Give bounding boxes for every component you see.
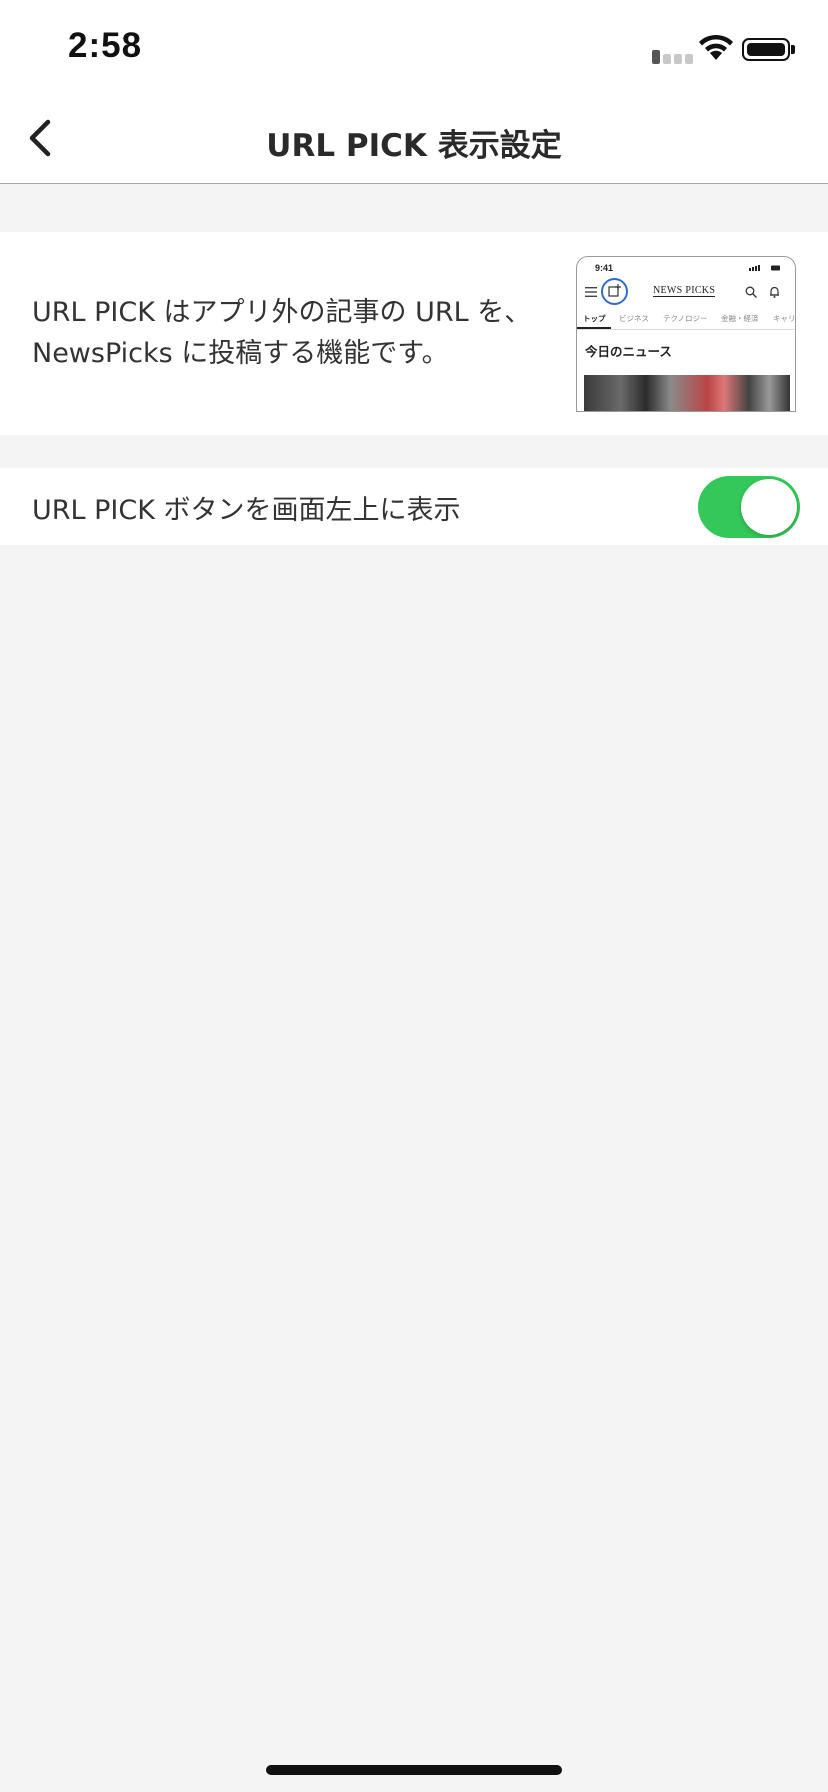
preview-bell-icon [770, 286, 779, 298]
description-line-2: NewsPicks に投稿する機能です。 [32, 338, 449, 369]
preview-search-icon [745, 286, 757, 298]
preview-tab: テクノロジー [663, 314, 708, 323]
navigation-bar: URL PICK 表示設定 [0, 92, 828, 184]
app-preview-image: 9:41 NEWS PICKS トップ ビジネス テクノロジー 金融・経済 キャ… [576, 256, 796, 412]
wifi-icon [699, 34, 733, 60]
preview-tabs: トップ ビジネス テクノロジー 金融・経済 キャリ [577, 313, 796, 330]
preview-headline: 今日のニュース [585, 344, 672, 359]
preview-tab: 金融・経済 [721, 314, 759, 323]
preview-photo [584, 375, 790, 411]
preview-tab: ビジネス [619, 314, 649, 323]
home-indicator [266, 1765, 562, 1775]
status-bar: 2:58 [0, 0, 828, 92]
description-line-1: URL PICK はアプリ外の記事の URL を、 [32, 297, 532, 328]
preview-url-pick-icon [601, 278, 628, 305]
preview-menu-icon [585, 287, 597, 297]
setting-label: URL PICK ボタンを画面左上に表示 [32, 495, 461, 526]
setting-row: URL PICK ボタンを画面左上に表示 [0, 468, 828, 545]
preview-tab-underline [577, 327, 611, 329]
battery-tip [791, 45, 795, 54]
page-title: URL PICK 表示設定 [266, 128, 562, 164]
preview-time: 9:41 [595, 263, 614, 273]
battery-icon [742, 38, 790, 61]
preview-tab: トップ [583, 314, 606, 323]
preview-logo: NEWS PICKS [653, 285, 716, 297]
preview-status-icons [749, 265, 780, 271]
url-pick-toggle[interactable] [698, 476, 800, 538]
description-text: URL PICK はアプリ外の記事の URL を、 NewsPicks に投稿す… [32, 292, 552, 374]
preview-tab: キャリ [773, 314, 796, 323]
toggle-knob [741, 479, 797, 535]
info-section: URL PICK はアプリ外の記事の URL を、 NewsPicks に投稿す… [0, 232, 828, 435]
status-time: 2:58 [68, 26, 143, 65]
cellular-signal-icon [652, 48, 693, 64]
